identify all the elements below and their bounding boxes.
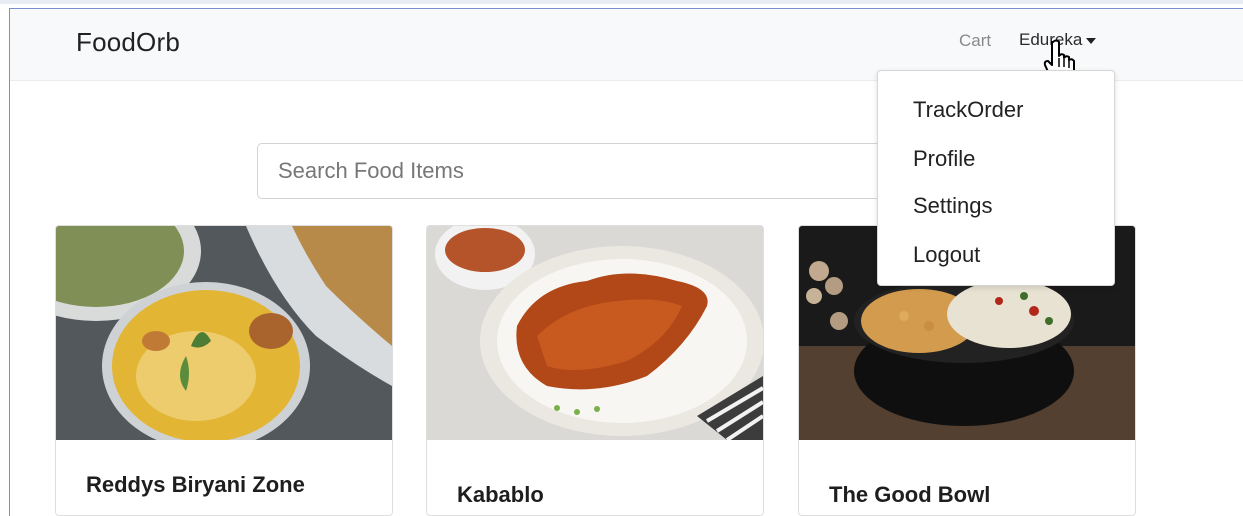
search-input[interactable] xyxy=(257,143,907,199)
user-dropdown-menu: TrackOrder Profile Settings Logout xyxy=(877,70,1115,286)
dropdown-item-logout[interactable]: Logout xyxy=(913,242,980,268)
restaurant-card[interactable]: Reddys Biryani Zone xyxy=(55,225,393,516)
card-image-biryani xyxy=(56,226,392,440)
card-title: Kabablo xyxy=(457,482,544,507)
top-edge xyxy=(0,0,1243,4)
dropdown-item-settings[interactable]: Settings xyxy=(913,193,993,219)
restaurant-card[interactable]: Kabablo xyxy=(426,225,764,516)
card-title: The Good Bowl xyxy=(829,482,991,507)
dropdown-item-trackorder[interactable]: TrackOrder xyxy=(913,97,1023,123)
nav-cart-link[interactable]: Cart xyxy=(959,31,991,51)
caret-down-icon xyxy=(1086,38,1097,44)
brand-logo[interactable]: FoodOrb xyxy=(76,27,180,58)
card-image-kabab xyxy=(427,226,763,440)
dropdown-item-profile[interactable]: Profile xyxy=(913,146,975,172)
card-title: Reddys Biryani Zone xyxy=(86,472,305,497)
